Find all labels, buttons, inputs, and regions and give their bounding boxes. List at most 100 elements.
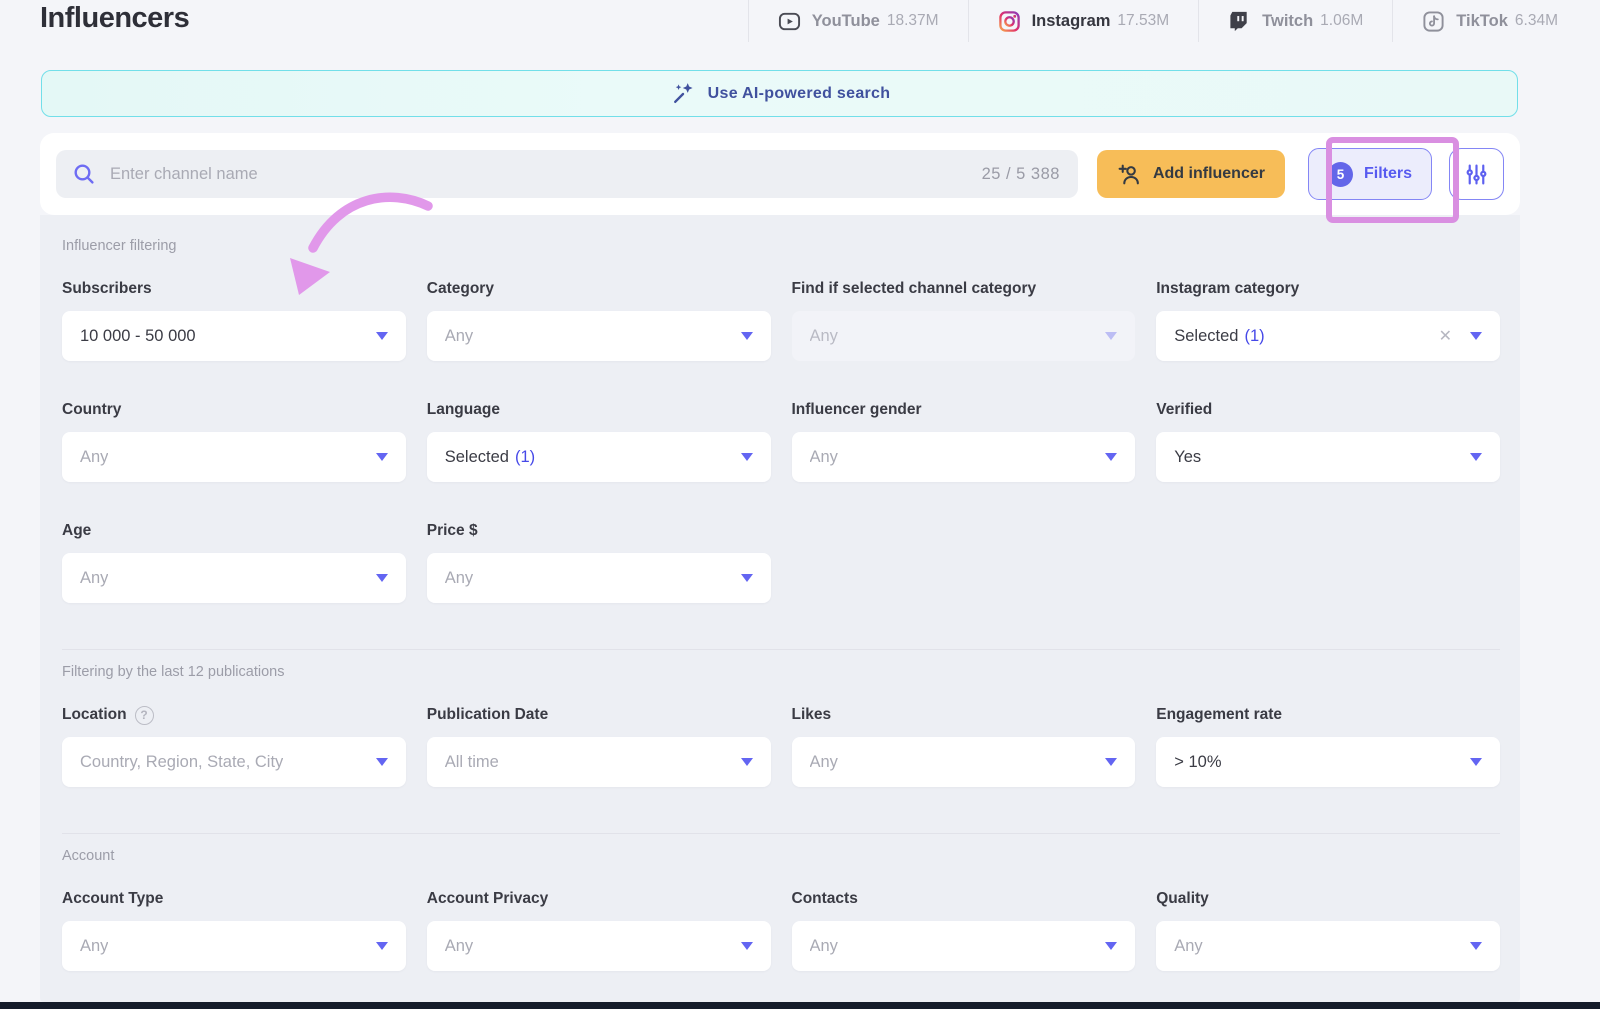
filter-account-privacy: Account Privacy Any [427, 890, 771, 971]
filter-label: Language [427, 401, 500, 419]
filter-label: Likes [792, 706, 832, 724]
section-label-influencer-filtering: Influencer filtering [62, 238, 1500, 254]
instagram-category-dropdown[interactable]: Selected (1) ✕ [1156, 311, 1500, 361]
section-label-publications: Filtering by the last 12 publications [62, 664, 1500, 680]
account-privacy-dropdown[interactable]: Any [427, 921, 771, 971]
result-count: 25 / 5 388 [982, 165, 1060, 184]
filter-price: Price $ Any [427, 522, 771, 603]
selected-count: (1) [515, 448, 535, 467]
ai-search-label: Use AI-powered search [708, 85, 891, 103]
tab-count: 17.53M [1117, 12, 1169, 30]
filter-grid-account: Account Type Any Account Privacy Any Con… [62, 890, 1500, 971]
verified-dropdown[interactable]: Yes [1156, 432, 1500, 482]
filter-settings-button[interactable] [1449, 148, 1504, 200]
filter-label: Contacts [792, 890, 858, 908]
subscribers-dropdown[interactable]: 10 000 - 50 000 [62, 311, 406, 361]
filter-instagram-category: Instagram category Selected (1) ✕ [1156, 280, 1500, 361]
chevron-down-icon [1470, 942, 1482, 950]
filter-category: Category Any [427, 280, 771, 361]
filter-influencer-gender: Influencer gender Any [792, 401, 1136, 482]
filter-label: Country [62, 401, 121, 419]
chevron-down-icon [1470, 758, 1482, 766]
chevron-down-icon [741, 332, 753, 340]
section-divider [62, 833, 1500, 834]
chevron-down-icon [376, 332, 388, 340]
filter-label: Age [62, 522, 91, 540]
filter-subscribers: Subscribers 10 000 - 50 000 [62, 280, 406, 361]
twitch-icon [1228, 10, 1251, 33]
location-dropdown[interactable]: Country, Region, State, City [62, 737, 406, 787]
filters-button[interactable]: 5 Filters [1308, 148, 1432, 200]
tab-instagram[interactable]: Instagram 17.53M [968, 0, 1199, 42]
filter-country: Country Any [62, 401, 406, 482]
publication-date-dropdown[interactable]: All time [427, 737, 771, 787]
age-dropdown[interactable]: Any [62, 553, 406, 603]
filter-label: Price $ [427, 522, 478, 540]
influencer-gender-dropdown[interactable]: Any [792, 432, 1136, 482]
search-input[interactable] [110, 165, 1062, 184]
help-icon[interactable]: ? [135, 706, 154, 725]
platform-tabbar: YouTube 18.37M Instagram 17.53M [748, 0, 1600, 42]
page-title: Influencers [40, 2, 189, 35]
filter-quality: Quality Any [1156, 890, 1500, 971]
filter-channel-category: Find if selected channel category Any [792, 280, 1136, 361]
chevron-down-icon [376, 453, 388, 461]
filter-label: Influencer gender [792, 401, 922, 419]
filter-label: Verified [1156, 401, 1212, 419]
filters-label: Filters [1364, 165, 1412, 183]
engagement-rate-dropdown[interactable]: > 10% [1156, 737, 1500, 787]
contacts-dropdown[interactable]: Any [792, 921, 1136, 971]
filters-count-badge: 5 [1328, 162, 1353, 187]
filter-label: Quality [1156, 890, 1209, 908]
filter-publication-date: Publication Date All time [427, 706, 771, 787]
tab-label: Instagram [1032, 12, 1111, 31]
add-user-icon [1117, 162, 1142, 187]
tab-label: Twitch [1262, 12, 1313, 31]
language-dropdown[interactable]: Selected (1) [427, 432, 771, 482]
filter-panel: Influencer filtering Subscribers 10 000 … [40, 215, 1520, 1002]
filter-label: Account Privacy [427, 890, 548, 908]
filter-contacts: Contacts Any [792, 890, 1136, 971]
chevron-down-icon [1470, 332, 1482, 340]
toolbar-card: 25 / 5 388 Add influencer 5 Filters [40, 133, 1520, 215]
tab-twitch[interactable]: Twitch 1.06M [1198, 0, 1392, 42]
filter-language: Language Selected (1) [427, 401, 771, 482]
filter-grid-publications: Location ? Country, Region, State, City … [62, 706, 1500, 787]
likes-dropdown[interactable]: Any [792, 737, 1136, 787]
tab-youtube[interactable]: YouTube 18.37M [748, 0, 968, 42]
youtube-icon [778, 10, 801, 33]
category-dropdown[interactable]: Any [427, 311, 771, 361]
filter-label: Instagram category [1156, 280, 1299, 298]
add-influencer-label: Add influencer [1153, 165, 1265, 183]
search-box: 25 / 5 388 [56, 150, 1078, 198]
account-type-dropdown[interactable]: Any [62, 921, 406, 971]
ai-search-banner[interactable]: Use AI-powered search [41, 70, 1518, 117]
filter-age: Age Any [62, 522, 406, 603]
tab-count: 1.06M [1320, 12, 1363, 30]
chevron-down-icon [741, 942, 753, 950]
chevron-down-icon [741, 574, 753, 582]
tab-label: YouTube [812, 12, 880, 31]
filter-label: Find if selected channel category [792, 280, 1037, 298]
filter-verified: Verified Yes [1156, 401, 1500, 482]
filter-location: Location ? Country, Region, State, City [62, 706, 406, 787]
clear-icon[interactable]: ✕ [1439, 326, 1452, 346]
chevron-down-icon [1105, 332, 1117, 340]
sliders-icon [1464, 162, 1489, 187]
filter-label: Engagement rate [1156, 706, 1282, 724]
quality-dropdown[interactable]: Any [1156, 921, 1500, 971]
chevron-down-icon [376, 574, 388, 582]
price-dropdown[interactable]: Any [427, 553, 771, 603]
filter-label: Category [427, 280, 494, 298]
tab-count: 18.37M [887, 12, 939, 30]
tab-tiktok[interactable]: TikTok 6.34M [1392, 0, 1600, 42]
chevron-down-icon [741, 453, 753, 461]
selected-count: (1) [1244, 327, 1264, 346]
chevron-down-icon [1470, 453, 1482, 461]
filter-account-type: Account Type Any [62, 890, 406, 971]
chevron-down-icon [376, 942, 388, 950]
filter-grid-influencer: Subscribers 10 000 - 50 000 Category Any… [62, 280, 1500, 603]
country-dropdown[interactable]: Any [62, 432, 406, 482]
add-influencer-button[interactable]: Add influencer [1097, 150, 1285, 198]
filter-engagement-rate: Engagement rate > 10% [1156, 706, 1500, 787]
